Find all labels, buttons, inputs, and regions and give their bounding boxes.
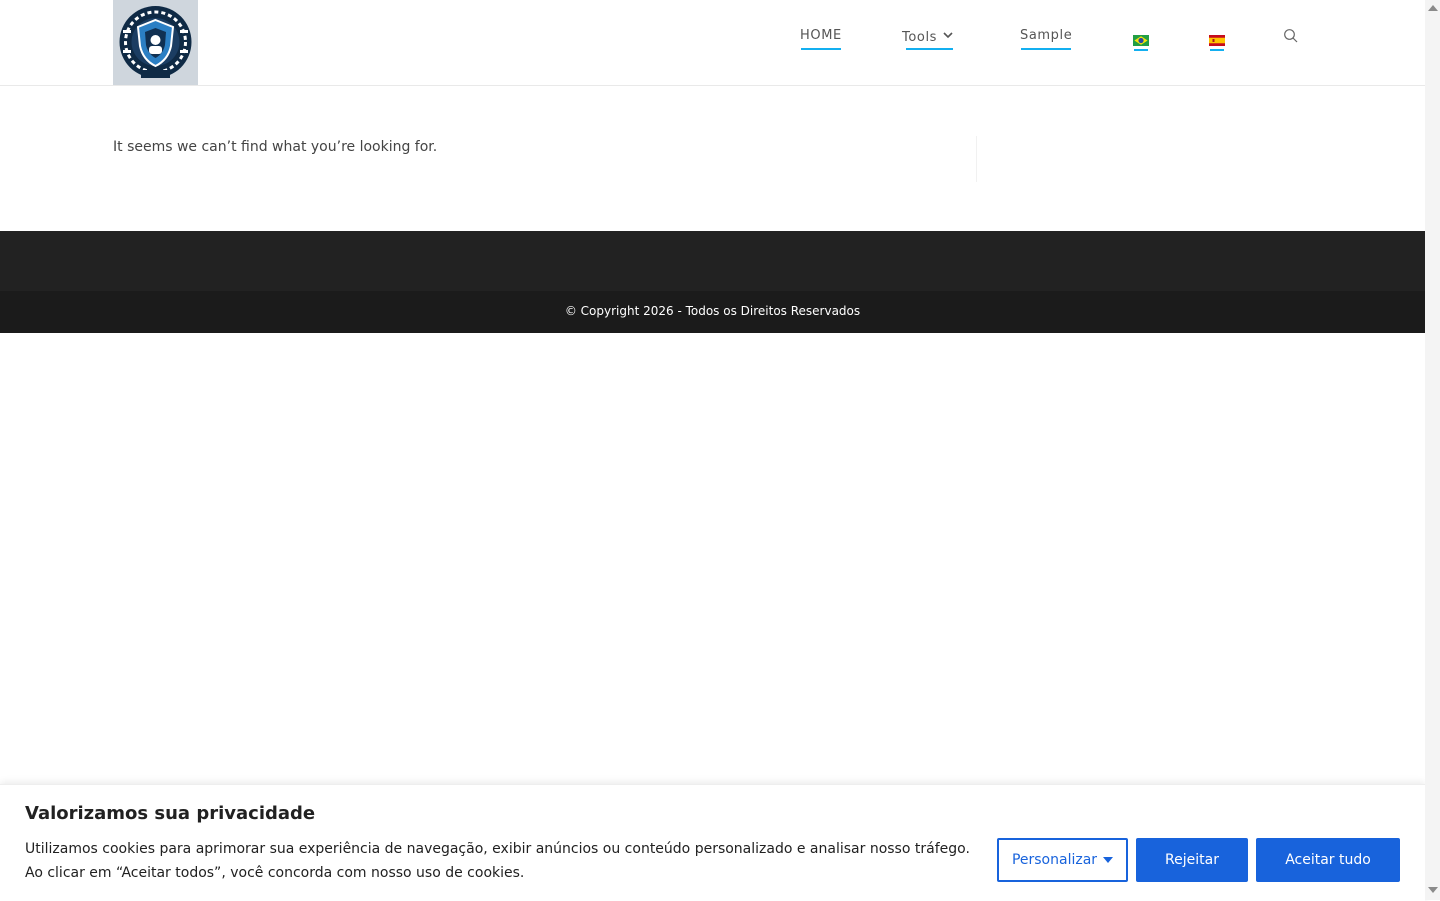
not-found-message: It seems we can’t find what you’re looki… bbox=[113, 139, 438, 155]
reject-button-label: Rejeitar bbox=[1165, 852, 1219, 868]
cookie-consent-banner: Valorizamos sua privacidade Utilizamos c… bbox=[0, 784, 1425, 901]
scroll-down-icon[interactable] bbox=[1428, 887, 1438, 893]
footer-bottom: © Copyright 2026 - Todos os Direitos Res… bbox=[0, 291, 1425, 333]
footer-widgets bbox=[0, 231, 1425, 291]
spain-flag-icon bbox=[1209, 35, 1225, 46]
chevron-down-icon bbox=[943, 28, 953, 43]
nav-underline bbox=[1021, 48, 1072, 50]
caret-down-icon bbox=[1103, 857, 1114, 863]
site-header: HOME Tools Sample bbox=[0, 0, 1425, 86]
reject-button[interactable]: Rejeitar bbox=[1136, 838, 1248, 882]
customize-button-label: Personalizar bbox=[1011, 852, 1098, 868]
customize-button[interactable]: Personalizar bbox=[997, 838, 1128, 882]
language-underline bbox=[1210, 49, 1224, 51]
language-underline bbox=[1134, 49, 1148, 51]
accept-all-button-label: Aceitar tudo bbox=[1285, 852, 1371, 868]
cookie-description: Utilizamos cookies para aprimorar sua ex… bbox=[25, 841, 970, 881]
nav-sample[interactable]: Sample bbox=[1020, 28, 1073, 50]
cookie-title: Valorizamos sua privacidade bbox=[25, 803, 316, 824]
language-portuguese[interactable] bbox=[1133, 31, 1149, 51]
nav-sample-label: Sample bbox=[1020, 28, 1073, 43]
nav-tools[interactable]: Tools bbox=[902, 28, 954, 50]
shield-logo-icon bbox=[113, 0, 198, 85]
brazil-flag-icon bbox=[1133, 35, 1149, 46]
vertical-scrollbar[interactable] bbox=[1425, 0, 1440, 900]
nav-home[interactable]: HOME bbox=[800, 28, 842, 50]
page: HOME Tools Sample It seems we can’t find… bbox=[0, 0, 1425, 901]
search-icon bbox=[1284, 29, 1298, 43]
scroll-up-icon[interactable] bbox=[1428, 5, 1438, 11]
copyright-text: © Copyright 2026 - Todos os Direitos Res… bbox=[564, 304, 861, 318]
language-spanish[interactable] bbox=[1209, 31, 1225, 51]
sidebar-divider bbox=[976, 136, 977, 182]
search-button[interactable] bbox=[1283, 28, 1299, 44]
nav-underline bbox=[906, 48, 954, 50]
site-logo[interactable] bbox=[113, 0, 198, 85]
nav-underline bbox=[801, 48, 841, 50]
nav-home-label: HOME bbox=[800, 28, 842, 43]
accept-all-button[interactable]: Aceitar tudo bbox=[1256, 838, 1400, 882]
nav-tools-label: Tools bbox=[902, 30, 938, 45]
